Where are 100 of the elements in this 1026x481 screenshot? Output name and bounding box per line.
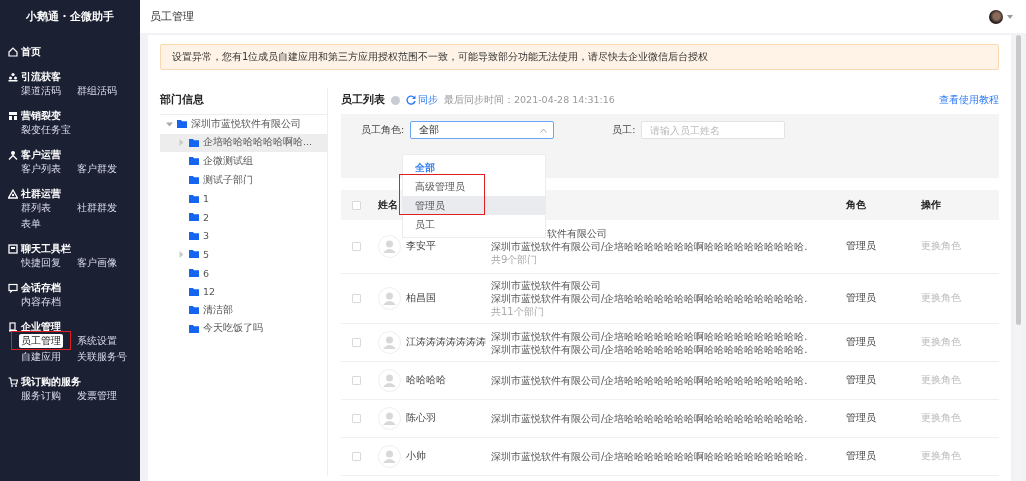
shop-icon: [8, 110, 18, 121]
department-path: 深圳市蓝悦软件有限公司/企培哈哈哈哈哈哈哈啊哈哈哈哈哈哈哈哈哈哈.: [491, 412, 809, 425]
group-icon: [8, 188, 18, 199]
tree-item[interactable]: 测试子部门: [160, 170, 327, 190]
home-icon: [8, 46, 18, 57]
tree-item[interactable]: 深圳市蓝悦软件有限公司: [160, 115, 327, 134]
nav-item[interactable]: 客户群发: [77, 162, 117, 176]
nav-item[interactable]: 发票管理: [77, 389, 117, 403]
department-path: 深圳市蓝悦软件有限公司/企培哈哈哈哈哈哈哈啊哈哈哈哈哈哈哈哈哈哈.: [491, 292, 809, 305]
tutorial-link[interactable]: 查看使用教程: [939, 93, 999, 107]
info-icon[interactable]: [391, 95, 400, 105]
person-icon: [8, 149, 18, 160]
dropdown-option[interactable]: 管理员: [403, 196, 545, 215]
nav-item[interactable]: 群列表: [21, 201, 51, 215]
caret-icon[interactable]: [1007, 14, 1013, 19]
tree-item[interactable]: 5: [160, 245, 327, 264]
tree-item[interactable]: 企微测试组: [160, 152, 327, 171]
caret-down-icon[interactable]: [166, 120, 173, 128]
department-path: 深圳市蓝悦软件有限公司/企培哈哈哈哈哈哈哈啊哈哈哈哈哈哈哈哈哈哈.: [491, 374, 809, 387]
nav-section-title[interactable]: 首页: [21, 44, 41, 59]
employee-name: 江涛涛涛涛涛涛涛: [406, 336, 486, 349]
scrollbar-thumb[interactable]: [1016, 35, 1021, 325]
caret-right-icon[interactable]: [178, 139, 185, 147]
tree-item[interactable]: 3: [160, 226, 327, 246]
role-text: 管理员: [846, 292, 877, 305]
toolbar-icon: [8, 243, 18, 254]
department-count: 共11个部门: [491, 305, 545, 318]
nav-item[interactable]: 渠道活码: [21, 84, 61, 98]
department-path: 深圳市蓝悦软件有限公司: [491, 279, 602, 292]
filter-label: 员工角色:: [361, 123, 405, 137]
cart-icon: [8, 376, 18, 387]
nav-item[interactable]: 表单: [21, 217, 41, 231]
nav-item[interactable]: 客户画像: [77, 256, 117, 270]
role-text: 管理员: [846, 412, 877, 425]
sync-icon[interactable]: [406, 95, 416, 105]
column-header: 操作: [921, 198, 942, 212]
employee-name: 哈哈哈哈: [406, 374, 446, 387]
warning-banner: 设置异常，您有1位成员自建应用和第三方应用授权范围不一致，可能导致部分功能无法使用，请尽快去企业微信后台授权: [160, 44, 999, 70]
nav-section-title[interactable]: 引流获客: [21, 69, 61, 84]
highlight-frame: [11, 331, 71, 350]
avatar-icon[interactable]: [989, 9, 1003, 24]
panel-title: 部门信息: [160, 92, 205, 107]
nav-item[interactable]: 快捷回复: [21, 256, 61, 270]
nav-item[interactable]: 群组活码: [77, 84, 117, 98]
role-text: 管理员: [846, 374, 877, 387]
filter-label: 员工:: [612, 123, 636, 137]
employee-name: 柏昌国: [406, 292, 436, 305]
nav-item[interactable]: 内容存档: [21, 295, 61, 309]
nav-item[interactable]: 裂变任务宝: [21, 123, 71, 137]
checkbox[interactable]: [351, 414, 361, 423]
tree-item[interactable]: 2: [160, 207, 327, 227]
checkbox[interactable]: [351, 452, 361, 461]
nav-section-title[interactable]: 营销裂变: [21, 108, 61, 123]
department-path: 深圳市蓝悦软件有限公司/企培哈哈哈哈哈哈哈啊哈哈哈哈哈哈哈哈哈哈.: [491, 450, 809, 463]
checkbox[interactable]: [351, 200, 361, 210]
nav-item[interactable]: 社群群发: [77, 201, 117, 215]
role-text: 管理员: [846, 240, 877, 253]
app-title: 小鹅通 · 企微助手: [24, 9, 116, 24]
avatar-icon: [378, 445, 401, 468]
nav-section-title[interactable]: 企业管理: [21, 319, 61, 334]
nav-item[interactable]: 服务订购: [21, 389, 61, 403]
tree-item[interactable]: 清洁部: [160, 300, 327, 320]
role-select[interactable]: 全部: [410, 121, 555, 139]
column-header: 姓名: [378, 198, 398, 212]
column-header: 角色: [846, 198, 867, 212]
tree-item[interactable]: 今天吃饭了吗: [160, 319, 327, 339]
nav-item[interactable]: 关联服务号: [77, 350, 127, 364]
badge-icon: [8, 321, 18, 332]
caret-right-icon[interactable]: [178, 250, 185, 258]
panel-title: 员工列表: [341, 93, 385, 107]
nav-section-title[interactable]: 客户运营: [21, 147, 61, 162]
nav-section-title[interactable]: 我订购的服务: [21, 374, 81, 389]
checkbox[interactable]: [351, 242, 361, 251]
tree-item[interactable]: 企培哈哈哈哈哈哈啊哈...: [160, 133, 327, 153]
department-count: 共9个部门: [491, 253, 539, 266]
nav-item[interactable]: 自建应用: [21, 350, 61, 364]
department-path: 深圳市蓝悦软件有限公司/企培哈哈哈哈哈哈哈啊哈哈哈哈哈哈哈哈哈哈.: [491, 329, 809, 343]
department-path: 软件有限公司: [546, 227, 608, 240]
chevron-up-icon[interactable]: [540, 127, 548, 133]
tree-item[interactable]: 12: [160, 282, 327, 301]
name-search-field[interactable]: 请输入员工姓名: [641, 121, 786, 139]
tree-item[interactable]: 1: [160, 189, 327, 208]
nav-item[interactable]: 系统设置: [77, 334, 117, 348]
nav-item[interactable]: 员工管理: [19, 334, 63, 348]
nav-section-title[interactable]: 聊天工具栏: [21, 241, 71, 256]
checkbox[interactable]: [351, 376, 361, 385]
checkbox[interactable]: [351, 294, 361, 303]
chat-icon: [8, 282, 18, 293]
role-text: 管理员: [846, 336, 877, 349]
avatar-icon: [378, 407, 401, 430]
nav-section-title[interactable]: 会话存档: [21, 280, 61, 295]
checkbox[interactable]: [351, 338, 361, 347]
department-path: 深圳市蓝悦软件有限公司/企培哈哈哈哈哈哈哈啊哈哈哈哈哈哈哈哈哈哈.: [491, 240, 809, 253]
nav-item[interactable]: 客户列表: [21, 162, 61, 176]
employee-name: 小帅: [406, 450, 426, 463]
tree-item[interactable]: 6: [160, 263, 327, 283]
nav-section-title[interactable]: 社群运营: [21, 186, 61, 201]
employee-name: 陈心羽: [406, 412, 436, 425]
department-path: 深圳市蓝悦软件有限公司/企培哈哈哈哈哈哈哈啊哈哈哈哈哈哈哈哈哈哈.: [491, 342, 809, 356]
sync-button[interactable]: 同步: [406, 93, 438, 107]
